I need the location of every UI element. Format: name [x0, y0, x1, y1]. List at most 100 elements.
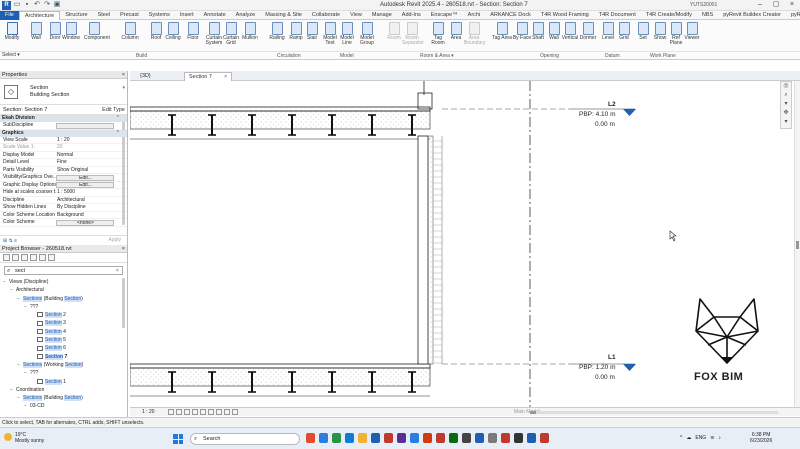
tool-component-button[interactable]: Component [84, 22, 110, 41]
ribbon-tab-architecture[interactable]: Architecture [18, 10, 61, 21]
property-group-header[interactable]: Graphics ⌃ [0, 129, 127, 137]
ribbon-tab-add-ins[interactable]: Add-Ins [397, 11, 426, 20]
view-tab[interactable]: {3D} [136, 72, 155, 81]
taskbar-search[interactable]: ⌕ Search [190, 433, 300, 445]
tool-model-group-button[interactable]: Model Group [357, 22, 377, 46]
ribbon-tab-structure[interactable]: Structure [60, 11, 92, 20]
home-icon[interactable] [3, 254, 10, 261]
language-indicator[interactable]: ENG [695, 433, 706, 443]
taskbar-app-icon[interactable] [306, 433, 315, 443]
tool-area-boundary-button[interactable]: Area Boundary [464, 22, 485, 46]
lock-3d-icon[interactable] [216, 409, 222, 415]
taskbar-app-icon[interactable] [397, 433, 406, 443]
volume-icon[interactable]: ♪ [718, 433, 721, 443]
browser-tree-node[interactable]: − Views (Discipline) [0, 278, 127, 286]
nav-options-icon[interactable]: ▾ [781, 118, 791, 127]
property-value[interactable]: Show Original [56, 167, 114, 174]
taskbar-app-icon[interactable] [319, 433, 328, 443]
taskbar-app-icon[interactable] [436, 433, 445, 443]
ribbon-tab-analyze[interactable]: Analyze [231, 11, 261, 20]
tray-expand-icon[interactable]: ^ [680, 433, 682, 443]
property-edit-button[interactable]: Edit... [56, 182, 114, 188]
minimize-icon[interactable]: – [752, 0, 768, 10]
user-account[interactable]: YUTS20001 [690, 2, 717, 8]
taskbar-app-icon[interactable] [540, 433, 549, 443]
vertical-scrollbar[interactable] [794, 81, 800, 407]
ribbon-tab-steel[interactable]: Steel [93, 11, 116, 20]
taskbar-app-icon[interactable] [371, 433, 380, 443]
browser-tree-node[interactable]: − Sections (Building Section) [0, 295, 127, 303]
ribbon-tab-t4r-create-modify[interactable]: T4R Create/Modify [641, 11, 697, 20]
steering-wheel-icon[interactable]: ◎ [781, 82, 791, 91]
taskbar-app-icon[interactable] [332, 433, 341, 443]
tool-vertical-button[interactable]: Vertical [560, 22, 580, 41]
browser-view-item[interactable]: Section 2 [0, 311, 127, 319]
browser-tree-node[interactable]: − Sections (Building Section) [0, 394, 127, 402]
ribbon-tab-massing-site[interactable]: Massing & Site [260, 11, 307, 20]
browser-view-item[interactable]: Section 1 [0, 378, 127, 386]
temporary-hide-icon[interactable] [224, 409, 230, 415]
horizontal-scrollbar[interactable] [530, 411, 778, 414]
property-value[interactable]: Fine [56, 159, 114, 166]
ribbon-tab-t4r-document[interactable]: T4R Document [594, 11, 641, 20]
apply-button[interactable]: Apply [108, 236, 121, 245]
tool-tag-room-button[interactable]: Tag Room [428, 22, 448, 46]
wifi-icon[interactable]: ≋ [710, 433, 714, 443]
taskbar-app-icon[interactable] [410, 433, 419, 443]
browser-view-item[interactable]: Section 6 [0, 344, 127, 352]
browser-tree-node[interactable]: − Sections (Working Section) [0, 361, 127, 369]
ribbon-tab-pyrevit-buildex-creator[interactable]: pyRevit Buildex Creator [718, 11, 786, 20]
ribbon-tab-pyrevit[interactable]: pyRevit [786, 11, 800, 20]
property-value[interactable]: Background [56, 212, 114, 219]
browser-tree-node[interactable]: − Coordination [0, 386, 127, 394]
print-icon[interactable]: ▣ [53, 1, 61, 9]
save-icon[interactable]: ▪ [23, 1, 31, 9]
edit-type-button[interactable]: Edit Type [102, 105, 125, 115]
sun-path-icon[interactable] [184, 409, 190, 415]
ribbon-tab-annotate[interactable]: Annotate [199, 11, 231, 20]
chevron-down-icon[interactable]: ▾ [122, 85, 125, 91]
ribbon-tab-systems[interactable]: Systems [144, 11, 175, 20]
browser-tree-node[interactable]: − Architectural [0, 286, 127, 294]
organize-icon[interactable] [39, 254, 46, 261]
close-icon[interactable]: × [224, 74, 227, 80]
start-button[interactable] [173, 434, 183, 444]
browser-view-item[interactable]: Section 5 [0, 336, 127, 344]
property-group-header[interactable]: Ekah Division ⌃ [0, 115, 127, 122]
property-edit-button[interactable]: Edit... [56, 174, 114, 181]
property-edit-button[interactable]: <none> [56, 219, 114, 226]
ribbon-tab-insert[interactable]: Insert [175, 11, 199, 20]
visual-style-icon[interactable] [176, 409, 182, 415]
settings-icon[interactable] [48, 254, 55, 261]
filter-icon[interactable] [30, 254, 37, 261]
ribbon-tab-manage[interactable]: Manage [367, 11, 397, 20]
taskbar-app-icon[interactable] [475, 433, 484, 443]
property-edit-button[interactable] [56, 122, 114, 129]
instance-selector[interactable]: Section: Section 7 Edit Type [0, 105, 127, 115]
property-value[interactable]: Normal [56, 152, 114, 159]
weather-sun-icon[interactable] [4, 433, 12, 441]
browser-tree-node[interactable]: −??? [0, 303, 127, 311]
browser-view-item[interactable]: Section 4 [0, 328, 127, 336]
crop-view-icon[interactable] [200, 409, 206, 415]
taskbar-app-icon[interactable] [345, 433, 354, 443]
tool-stair-button[interactable]: Stair [302, 22, 322, 41]
ribbon-tab-nbs[interactable]: NBS [697, 11, 718, 20]
tool-room-separator-button[interactable]: Room Separator [402, 22, 424, 46]
taskbar-app-icon[interactable] [488, 433, 497, 443]
tool-wall-button[interactable]: Wall [26, 22, 46, 41]
reveal-hidden-icon[interactable] [232, 409, 238, 415]
browser-view-item[interactable]: Section 3 [0, 319, 127, 327]
view-scale[interactable]: 1 : 20 [142, 408, 155, 416]
collapse-icon[interactable] [12, 254, 19, 261]
show-crop-icon[interactable] [208, 409, 214, 415]
property-value[interactable]: By Discipline [56, 204, 114, 211]
browser-tree-node[interactable]: −??? [0, 369, 127, 377]
tool-ceiling-button[interactable]: Ceiling [163, 22, 183, 41]
view-tab[interactable]: Section 7 × [184, 72, 233, 81]
tool-floor-button[interactable]: Floor [183, 22, 203, 41]
tool-column-button[interactable]: Column [120, 22, 140, 41]
horizontal-scroll-thumb[interactable] [530, 411, 536, 414]
revit-logo-icon[interactable]: R [2, 1, 11, 10]
tool-room-button[interactable]: Room [384, 22, 404, 41]
